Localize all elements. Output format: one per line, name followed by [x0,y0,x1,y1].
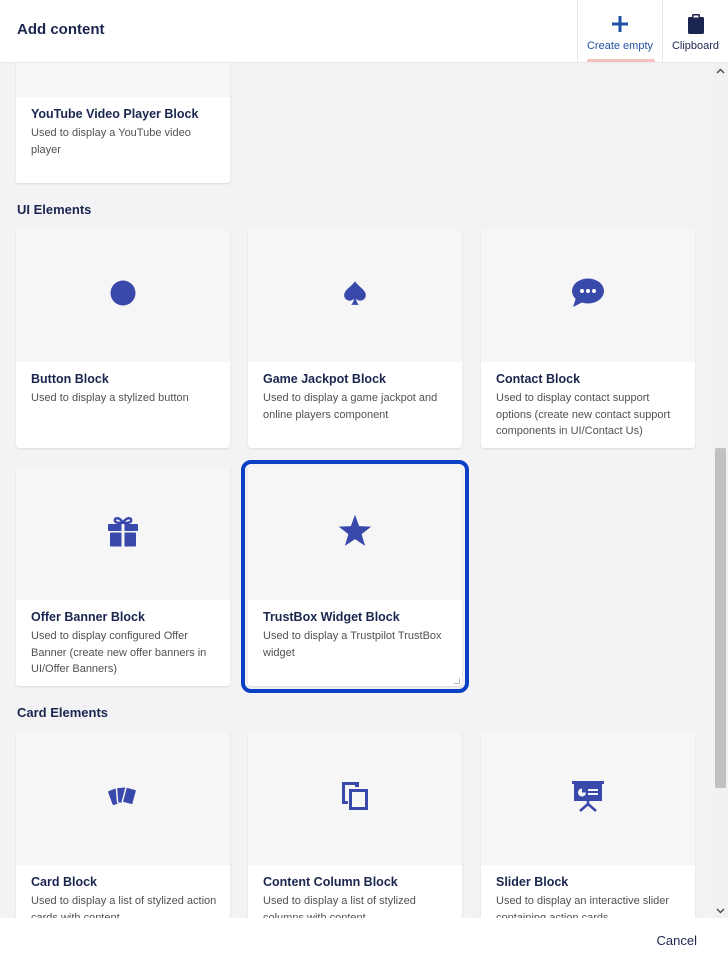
block-card-preview [16,467,230,600]
block-card-description: Used to display an interactive slider co… [496,895,670,918]
block-card-description: Used to display a game jackpot and onlin… [263,392,438,421]
block-card-name: YouTube Video Player Block [31,107,199,121]
block-card-content-column[interactable]: Content Column Block Used to display a l… [248,732,462,918]
block-card-preview [16,63,230,97]
resize-grip [454,678,460,684]
block-card-slider[interactable]: Slider Block Used to display an interact… [481,732,695,918]
block-card-preview [481,732,695,865]
scroll-down-arrow-icon[interactable] [713,903,728,918]
block-card-description: Used to display a YouTube video player [31,127,191,156]
content-list-area[interactable]: YouTube Video Player Block Used to displ… [0,63,713,918]
presentation-icon [571,780,605,817]
block-card-button[interactable]: Button Block Used to display a stylized … [16,229,230,448]
block-card-preview [481,229,695,362]
clipboard-icon [687,14,704,34]
block-card-contact[interactable]: Contact Block Used to display contact su… [481,229,695,448]
scroll-up-arrow-icon[interactable] [713,63,728,78]
block-card-description: Used to display a Trustpilot TrustBox wi… [263,630,442,659]
create-empty-button[interactable]: Create empty [577,0,662,62]
chat-bubble-icon [571,278,605,313]
copy-icon [340,780,370,817]
cancel-button[interactable]: Cancel [657,933,697,948]
star-icon [337,514,373,553]
block-card-youtube-video-player[interactable]: YouTube Video Player Block Used to displ… [16,63,230,183]
block-card-description: Used to display a list of stylized colum… [263,895,416,918]
cards-icon [107,783,139,814]
section-title-ui-elements: UI Elements [17,202,92,217]
section-title-card-elements: Card Elements [17,705,109,720]
circle-icon [110,280,136,311]
block-card-preview [16,229,230,362]
block-card-card[interactable]: Card Block Used to display a list of sty… [16,732,230,918]
clipboard-button[interactable]: Clipboard [662,0,728,62]
block-card-preview [248,467,462,600]
dialog-header: Add content Create empty Clipboard [0,0,728,63]
plus-icon [612,14,628,34]
block-card-trustbox-widget[interactable]: TrustBox Widget Block Used to display a … [241,460,469,693]
block-card-offer-banner[interactable]: Offer Banner Block Used to display confi… [16,467,230,686]
create-empty-label: Create empty [586,40,654,52]
block-card-description: Used to display contact support options … [496,392,671,437]
block-card-description: Used to display configured Offer Banner … [31,630,207,675]
block-card-description: Used to display a list of stylized actio… [31,895,217,918]
block-card-name: TrustBox Widget Block [263,610,400,624]
spade-icon [342,280,368,311]
block-card-game-jackpot[interactable]: Game Jackpot Block Used to display a gam… [248,229,462,448]
block-card-name: Button Block [31,372,109,386]
block-card-name: Slider Block [496,875,569,889]
block-card-preview [248,732,462,865]
dialog-title: Add content [17,21,105,38]
block-card-name: Contact Block [496,372,581,386]
block-card-name: Offer Banner Block [31,610,145,624]
clipboard-label: Clipboard [671,40,720,52]
block-card-name: Game Jackpot Block [263,372,386,386]
scrollbar-thumb[interactable] [715,448,726,788]
gift-icon [107,515,139,552]
block-card-preview [16,732,230,865]
block-card-preview [248,229,462,362]
vertical-scrollbar[interactable] [713,63,728,918]
dialog-footer: Cancel [0,918,728,963]
block-card-name: Content Column Block [263,875,398,889]
block-card-description: Used to display a stylized button [31,392,189,404]
create-empty-indicator [587,59,655,62]
block-card-name: Card Block [31,875,97,889]
